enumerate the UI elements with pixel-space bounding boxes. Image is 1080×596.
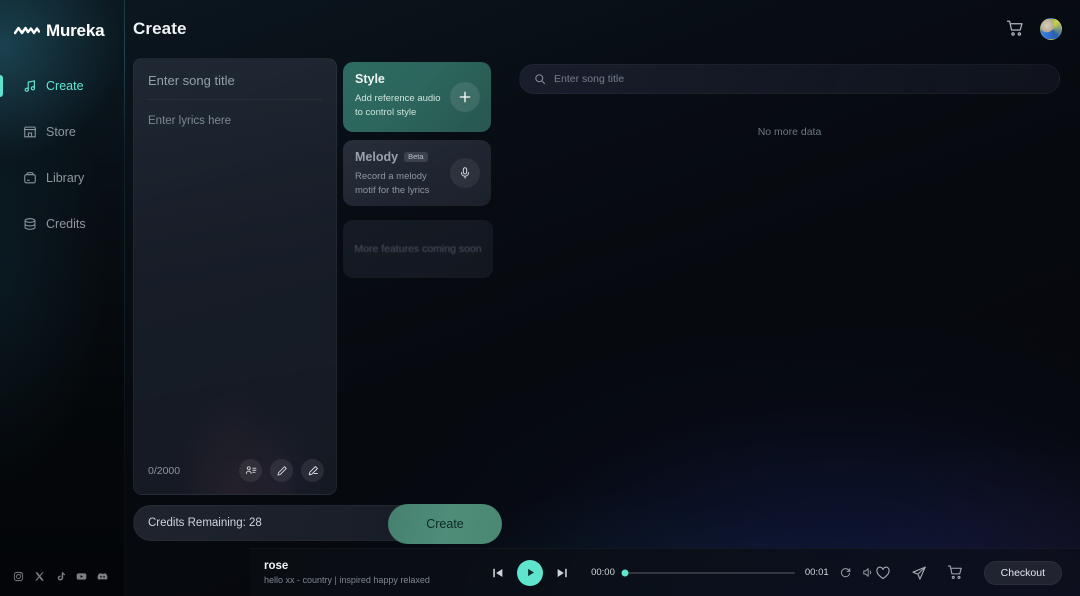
instagram-icon[interactable]: [13, 571, 24, 582]
progress-slider[interactable]: [621, 569, 795, 576]
main-area: Create Enter song title Enter lyrics her…: [125, 0, 1080, 596]
style-card[interactable]: Style Add reference audio to control sty…: [343, 62, 491, 132]
char-count: 0/2000: [148, 464, 181, 477]
avatar[interactable]: [1040, 18, 1062, 40]
write-lyrics-icon[interactable]: [301, 459, 324, 482]
tiktok-icon[interactable]: [55, 571, 66, 582]
coming-soon-label: More features coming soon: [354, 243, 482, 255]
skip-previous-icon[interactable]: [491, 566, 505, 580]
song-title-input[interactable]: [148, 73, 322, 99]
database-icon: [22, 217, 37, 232]
microphone-icon[interactable]: [450, 158, 480, 188]
sidebar: Mureka Create Store Library Credits: [0, 0, 125, 596]
melody-card-title: Melody: [355, 150, 399, 164]
content-area: 0/2000: [125, 58, 1080, 548]
app-root: Mureka Create Store Library Credits Crea…: [0, 0, 1080, 596]
search-icon: [534, 73, 546, 85]
heart-icon[interactable]: [875, 565, 891, 581]
editor-tools: [239, 459, 324, 482]
x-twitter-icon[interactable]: [34, 571, 45, 582]
empty-state-text: No more data: [757, 126, 822, 138]
cart-icon[interactable]: [1006, 19, 1026, 39]
coming-soon-card: More features coming soon: [343, 220, 493, 278]
plus-icon[interactable]: [450, 82, 480, 112]
search-bar[interactable]: [519, 64, 1060, 94]
social-links: [13, 571, 108, 582]
sidebar-nav: Create Store Library Credits: [0, 68, 124, 242]
edit-pencil-icon[interactable]: [270, 459, 293, 482]
current-time: 00:00: [591, 567, 615, 578]
track-subtitle: hello xx - country | inspired happy rela…: [264, 575, 430, 585]
player-bar: rose hello xx - country | inspired happy…: [250, 548, 1080, 596]
track-info: rose hello xx - country | inspired happy…: [264, 560, 491, 585]
brand-name: Mureka: [46, 21, 105, 40]
sidebar-item-credits[interactable]: Credits: [0, 206, 124, 242]
beta-badge: Beta: [404, 151, 428, 163]
credits-remaining-label: Credits Remaining: 28: [148, 517, 262, 529]
waveform-logo-icon: [14, 25, 40, 37]
music-note-icon: [22, 79, 37, 94]
library-column: No more data: [501, 58, 1080, 548]
page-title: Create: [133, 19, 187, 38]
lyrics-template-icon[interactable]: [239, 459, 262, 482]
editor-divider: [148, 99, 322, 100]
repeat-icon[interactable]: [839, 566, 852, 579]
sidebar-item-label: Store: [46, 125, 76, 139]
sidebar-item-label: Create: [46, 79, 84, 93]
send-icon[interactable]: [911, 565, 927, 581]
player-actions: Checkout: [875, 560, 1062, 585]
transport-controls: [491, 559, 569, 586]
sidebar-item-create[interactable]: Create: [0, 68, 124, 104]
volume-icon[interactable]: [862, 566, 875, 579]
top-bar: Create: [125, 0, 1080, 58]
sidebar-item-store[interactable]: Store: [0, 114, 124, 150]
editor-footer: 0/2000: [148, 459, 324, 482]
play-icon[interactable]: [517, 559, 544, 586]
style-card-title: Style: [355, 72, 385, 86]
search-input[interactable]: [554, 73, 1045, 85]
store-icon: [22, 125, 37, 140]
lyrics-editor-panel: 0/2000: [133, 58, 337, 495]
track-title: rose: [264, 560, 289, 572]
lyrics-input[interactable]: [148, 112, 322, 412]
sidebar-item-library[interactable]: Library: [0, 160, 124, 196]
total-time: 00:01: [804, 567, 829, 578]
cart-icon[interactable]: [947, 564, 964, 581]
melody-card[interactable]: Melody Beta Record a melody motif for th…: [343, 140, 491, 206]
top-bar-actions: [1006, 18, 1062, 40]
create-button[interactable]: Create: [388, 504, 502, 544]
checkout-button[interactable]: Checkout: [983, 560, 1062, 585]
youtube-icon[interactable]: [76, 571, 87, 582]
discord-icon[interactable]: [97, 571, 108, 582]
playback-progress: 00:00 00:01: [591, 566, 875, 579]
brand-logo[interactable]: Mureka: [0, 0, 124, 46]
sidebar-item-label: Library: [46, 171, 85, 185]
skip-next-icon[interactable]: [555, 566, 569, 580]
progress-knob[interactable]: [621, 569, 629, 576]
credits-bar: Credits Remaining: 28 Create: [133, 504, 502, 544]
sidebar-item-label: Credits: [46, 217, 86, 231]
library-icon: [22, 171, 37, 186]
feature-cards: Style Add reference audio to control sty…: [343, 58, 493, 548]
